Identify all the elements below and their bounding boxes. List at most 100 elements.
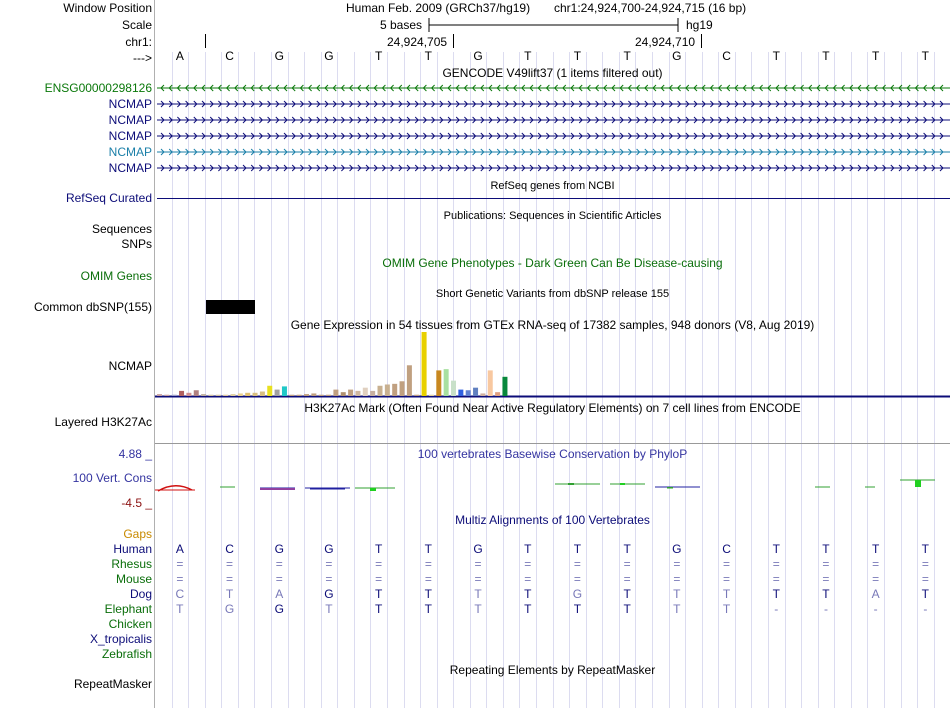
multiz-base: G (672, 542, 682, 556)
multiz-base: T (623, 587, 631, 601)
multiz-base: = (573, 572, 581, 586)
omim-label[interactable]: OMIM Genes (0, 269, 152, 283)
sequence-base: T (623, 49, 631, 63)
multiz-base: = (872, 557, 880, 571)
gtex-tissue-bar (502, 376, 508, 396)
dbsnp-label[interactable]: Common dbSNP(155) (0, 300, 152, 314)
multiz-base: = (673, 572, 681, 586)
repeatmasker-track-title[interactable]: Repeating Elements by RepeatMasker (155, 663, 950, 677)
phylop-min-value: -4.5 _ (121, 496, 152, 510)
gtex-tissue-bar (487, 370, 493, 396)
multiz-species-label[interactable]: Chicken (0, 617, 152, 631)
phylop-max-value: 4.88 _ (118, 447, 152, 461)
gencode-gene-label[interactable]: NCMAP (0, 161, 152, 175)
dbsnp-track-title[interactable]: Short Genetic Variants from dbSNP releas… (155, 287, 950, 301)
publications-sequences-label[interactable]: Sequences (0, 222, 152, 236)
multiz-gaps-label[interactable]: Gaps (0, 527, 152, 541)
multiz-species-label[interactable]: Zebrafish (0, 647, 152, 661)
gtex-tissue-bar (384, 384, 390, 396)
gtex-tissue-bar (480, 393, 486, 396)
multiz-base: - (873, 602, 878, 616)
multiz-base: G (324, 587, 334, 601)
gencode-gene-strand-line[interactable] (157, 163, 950, 173)
position-text[interactable]: chr1:24,924,700-24,924,715 (16 bp) (554, 1, 746, 15)
multiz-track-title[interactable]: Multiz Alignments of 100 Vertebrates (155, 513, 950, 527)
gtex-bar-chart[interactable] (155, 330, 950, 400)
multiz-base: T (424, 587, 433, 601)
multiz-base: T (822, 587, 830, 601)
h3k27ac-baseline (155, 443, 950, 444)
gtex-tissue-bar (289, 394, 295, 396)
phylop-track-title[interactable]: 100 vertebrates Basewise Conservation by… (155, 447, 950, 461)
publications-track-title[interactable]: Publications: Sequences in Scientific Ar… (155, 209, 950, 223)
multiz-base: T (374, 602, 383, 616)
phylop-conservation-plot[interactable] (155, 472, 950, 502)
gencode-gene-label[interactable]: NCMAP (0, 97, 152, 111)
gencode-gene-label[interactable]: NCMAP (0, 113, 152, 127)
repeatmasker-label[interactable]: RepeatMasker (0, 677, 152, 691)
multiz-base: T (772, 542, 780, 556)
multiz-base: T (474, 602, 482, 616)
multiz-base: T (524, 587, 532, 601)
multiz-base: = (524, 572, 532, 586)
multiz-base: = (275, 572, 283, 586)
gencode-gene-label[interactable]: NCMAP (0, 129, 152, 143)
strand-arrow-label: ---> (133, 51, 152, 65)
multiz-base: = (375, 572, 383, 586)
gtex-tissue-bar (451, 380, 456, 396)
phylop-label[interactable]: 100 Vert. Cons (0, 471, 152, 485)
gtex-tissue-bar (495, 392, 501, 396)
publications-snps-label[interactable]: SNPs (0, 237, 152, 251)
omim-track-title[interactable]: OMIM Gene Phenotypes - Dark Green Can Be… (155, 256, 950, 270)
gencode-gene-strand-line[interactable] (157, 131, 950, 141)
multiz-base: T (374, 542, 383, 556)
multiz-base: = (275, 557, 283, 571)
multiz-base: = (872, 572, 880, 586)
gtex-tissue-bar (414, 394, 420, 396)
h3k27ac-track-title[interactable]: H3K27Ac Mark (Often Found Near Active Re… (155, 401, 950, 415)
position-tick-1-label: 24,924,705 (387, 35, 448, 49)
multiz-base: = (176, 572, 184, 586)
gtex-tissue-bar (164, 394, 170, 396)
multiz-base: = (723, 572, 731, 586)
gtex-tissue-bar (281, 386, 287, 396)
multiz-base: = (921, 572, 929, 586)
multiz-species-label[interactable]: X_tropicalis (0, 632, 152, 646)
gencode-gene-label[interactable]: NCMAP (0, 145, 152, 159)
gencode-gene-strand-line[interactable] (157, 115, 950, 125)
gtex-tissue-bar (406, 365, 412, 396)
gtex-tissue-bar (259, 391, 265, 396)
multiz-species-label[interactable]: Human (0, 542, 152, 556)
h3k27ac-label[interactable]: Layered H3K27Ac (0, 415, 152, 429)
gtex-label[interactable]: NCMAP (0, 359, 152, 373)
gtex-tissue-bar (252, 392, 258, 396)
gtex-tissue-bar (340, 392, 346, 396)
multiz-species-label[interactable]: Mouse (0, 572, 152, 586)
multiz-base: = (723, 557, 731, 571)
multiz-base: = (772, 557, 780, 571)
gtex-tissue-bar (333, 389, 339, 396)
gencode-gene-strand-line[interactable] (157, 83, 950, 93)
multiz-species-label[interactable]: Rhesus (0, 557, 152, 571)
refseq-track-title[interactable]: RefSeq genes from NCBI (155, 179, 950, 193)
multiz-species-label[interactable]: Elephant (0, 602, 152, 616)
multiz-base: T (673, 587, 681, 601)
multiz-base: = (524, 557, 532, 571)
sequence-base: C (722, 49, 731, 63)
gtex-tissue-bar (304, 394, 309, 396)
gtex-tissue-bar (428, 394, 434, 396)
scale-text: 5 bases (380, 18, 423, 32)
dbsnp-variant-block[interactable] (206, 300, 255, 314)
gencode-gene-strand-line[interactable] (157, 147, 950, 157)
refseq-label[interactable]: RefSeq Curated (0, 191, 152, 205)
multiz-base: = (772, 572, 780, 586)
gencode-track-title[interactable]: GENCODE V49lift37 (1 items filtered out) (155, 66, 950, 80)
gtex-tissue-bar (274, 389, 280, 396)
gencode-gene-label[interactable]: ENSG00000298126 (0, 81, 152, 95)
sequence-base: G (672, 49, 682, 63)
multiz-base: T (325, 602, 333, 616)
multiz-base: T (573, 542, 582, 556)
refseq-gene-line[interactable] (157, 198, 950, 199)
gencode-gene-strand-line[interactable] (157, 99, 950, 109)
multiz-species-label[interactable]: Dog (0, 587, 152, 601)
